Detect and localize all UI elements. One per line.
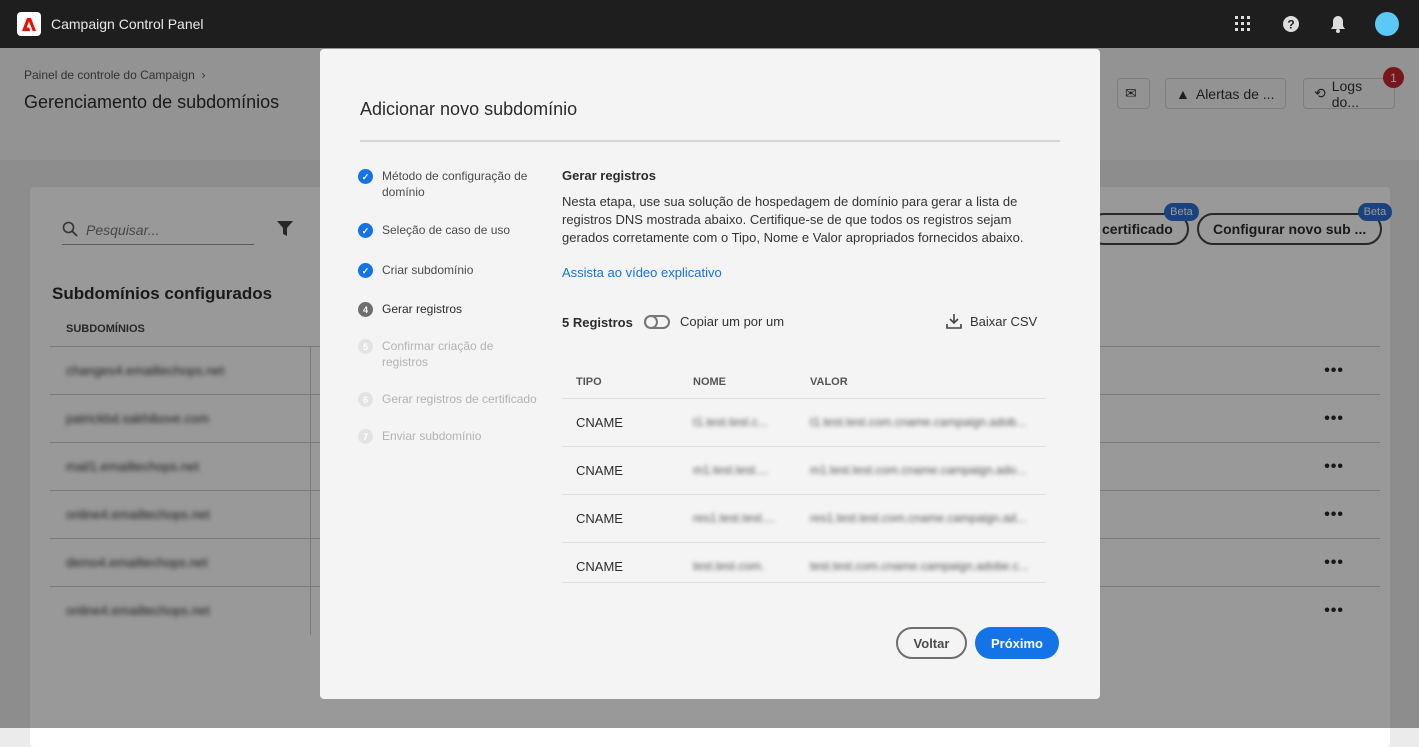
download-icon — [946, 314, 962, 329]
avatar[interactable] — [1375, 12, 1399, 36]
top-bar: Campaign Control Panel ? — [0, 0, 1419, 48]
dialog-title: Adicionar novo subdomínio — [360, 99, 578, 119]
step-2: ✓ Seleção de caso de uso — [358, 222, 538, 238]
download-csv-button[interactable]: Baixar CSV — [946, 313, 1037, 329]
content-title: Gerar registros — [562, 168, 656, 183]
add-subdomain-dialog: Adicionar novo subdomínio ✓ Método de con… — [320, 49, 1100, 699]
table-row: CNAME t1.test.test.c... t1.test.test.com.c… — [562, 399, 1045, 447]
app-title: Campaign Control Panel — [51, 16, 204, 32]
check-icon: ✓ — [358, 223, 373, 238]
check-icon: ✓ — [358, 169, 373, 184]
adobe-logo[interactable] — [17, 12, 41, 36]
step-6: 6 Gerar registros de certificado — [358, 391, 538, 407]
step-number-icon: 4 — [358, 302, 373, 317]
back-button[interactable]: Voltar — [896, 627, 967, 659]
description: Nesta etapa, use sua solução de hospedag… — [562, 194, 1024, 245]
next-button[interactable]: Próximo — [975, 627, 1059, 659]
svg-text:?: ? — [1287, 18, 1294, 32]
table-row: CNAME res1.test.test.... res1.test.test.co… — [562, 495, 1045, 543]
step-1: ✓ Método de configuração de domínio — [358, 168, 538, 200]
copy-one-by-one-toggle[interactable] — [644, 315, 670, 329]
video-link[interactable]: Assista ao vídeo explicativo — [562, 265, 722, 280]
record-count: 5 Registros — [562, 315, 633, 330]
help-icon[interactable]: ? — [1281, 14, 1301, 34]
step-4: 4 Gerar registros — [358, 301, 538, 317]
step-number-icon: 5 — [358, 339, 373, 354]
check-icon: ✓ — [358, 263, 373, 278]
step-number-icon: 7 — [358, 429, 373, 444]
apps-grid-icon[interactable] — [1233, 14, 1253, 34]
step-7: 7 Enviar subdomínio — [358, 428, 538, 444]
step-5: 5 Confirmar criação de registros — [358, 338, 508, 370]
bell-icon[interactable] — [1328, 14, 1348, 34]
table-row: CNAME test.test.com. test.test.com.cname.c… — [562, 543, 1045, 583]
divider — [360, 140, 1060, 142]
records-table-header: TIPO NOME VALOR — [562, 367, 1045, 399]
step-3: ✓ Criar subdomínio — [358, 262, 538, 278]
toggle-label: Copiar um por um — [680, 314, 785, 329]
step-number-icon: 6 — [358, 392, 373, 407]
table-row: CNAME m1.test.test.... m1.test.test.com.cn… — [562, 447, 1045, 495]
